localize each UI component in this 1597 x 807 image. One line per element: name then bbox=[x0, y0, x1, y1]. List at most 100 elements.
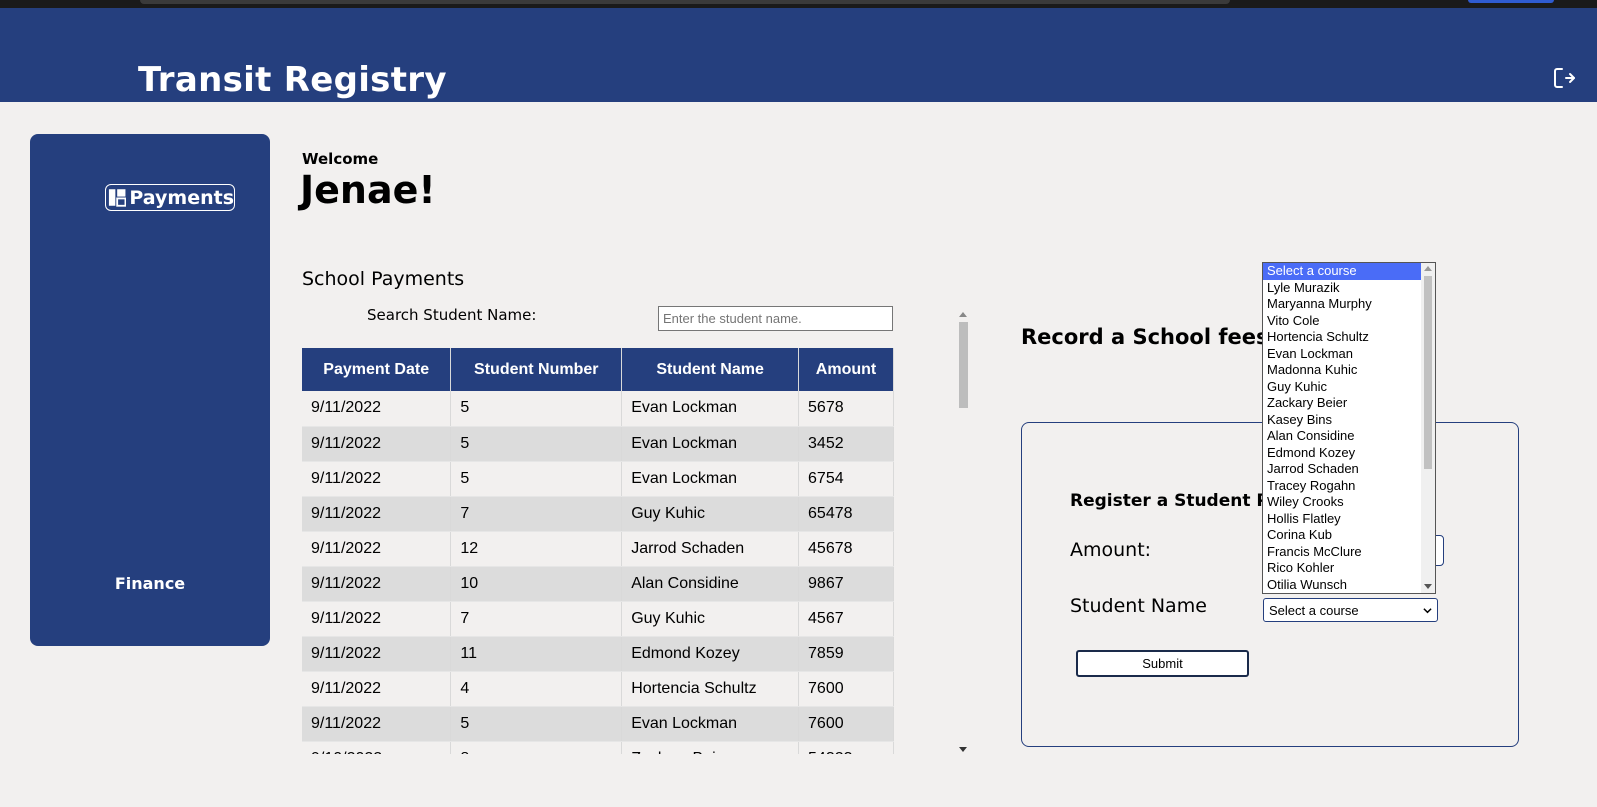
table-row[interactable]: 9/11/2022 5 Evan Lockman 6754 bbox=[302, 461, 894, 497]
table-cell: 7600 bbox=[798, 671, 894, 707]
table-cell: 7 bbox=[450, 496, 623, 532]
table-row[interactable]: 9/11/2022 5 Evan Lockman 5678 bbox=[302, 391, 894, 427]
dropdown-option[interactable]: Wiley Crooks bbox=[1263, 494, 1421, 511]
dropdown-option[interactable]: Zackary Beier bbox=[1263, 395, 1421, 412]
dropdown-option[interactable]: Select a course bbox=[1263, 263, 1421, 280]
dropdown-option[interactable]: Maryanna Murphy bbox=[1263, 296, 1421, 313]
dropdown-option[interactable]: Madonna Kuhic bbox=[1263, 362, 1421, 379]
dropdown-option[interactable]: Francis McClure bbox=[1263, 544, 1421, 561]
table-cell: 65478 bbox=[798, 496, 894, 532]
table-cell: 9/11/2022 bbox=[302, 636, 452, 672]
table-cell: Alan Considine bbox=[621, 566, 800, 602]
column-header[interactable]: Payment Date bbox=[302, 348, 452, 391]
student-dropdown-list[interactable]: Select a course Lyle Murazik Maryanna Murp… bbox=[1262, 262, 1436, 594]
table-cell: 7859 bbox=[798, 636, 894, 672]
scroll-up-arrow-icon[interactable] bbox=[1424, 266, 1432, 271]
column-header[interactable]: Amount bbox=[798, 348, 894, 391]
table-cell: 9/11/2022 bbox=[302, 426, 452, 462]
table-row[interactable]: 9/11/2022 7 Guy Kuhic 65478 bbox=[302, 496, 894, 532]
submit-button[interactable]: Submit bbox=[1076, 650, 1249, 677]
dropdown-option[interactable]: Hortencia Schultz bbox=[1263, 329, 1421, 346]
table-cell: 9867 bbox=[798, 566, 894, 602]
sidebar-item-finance[interactable]: Finance bbox=[30, 574, 270, 593]
search-label: Search Student Name: bbox=[367, 306, 537, 324]
dropdown-option[interactable]: Edmond Kozey bbox=[1263, 445, 1421, 462]
sidebar-item-payments[interactable]: Payments bbox=[105, 184, 235, 211]
table-row[interactable]: 9/11/2022 10 Alan Considine 9867 bbox=[302, 566, 894, 602]
table-cell: 3452 bbox=[798, 426, 894, 462]
table-cell: Guy Kuhic bbox=[621, 601, 800, 637]
app-header: Transit Registry bbox=[0, 8, 1597, 102]
dropdown-option[interactable]: Corina Kub bbox=[1263, 527, 1421, 544]
table-cell: 12 bbox=[450, 531, 623, 567]
table-cell: Evan Lockman bbox=[621, 391, 800, 427]
table-row[interactable]: 9/10/20228Zackary Beier54323 bbox=[302, 741, 894, 754]
dropdown-option[interactable]: Alan Considine bbox=[1263, 428, 1421, 445]
payments-table: Payment Date Student Number Student Name… bbox=[302, 348, 894, 754]
app-title: Transit Registry bbox=[138, 60, 447, 100]
dropdown-option[interactable]: Rico Kohler bbox=[1263, 560, 1421, 577]
table-cell: Guy Kuhic bbox=[621, 496, 800, 532]
column-header[interactable]: Student Number bbox=[450, 348, 623, 391]
table-cell: 9/11/2022 bbox=[302, 566, 452, 602]
record-title: Record a School fees bbox=[1021, 325, 1269, 349]
table-cell: 5 bbox=[450, 461, 623, 497]
select-value: Select a course bbox=[1269, 602, 1359, 618]
table-cell: 9/11/2022 bbox=[302, 671, 452, 707]
dropdown-option[interactable]: Evan Lockman bbox=[1263, 346, 1421, 363]
table-cell: 5 bbox=[450, 706, 623, 742]
table-cell: 9/11/2022 bbox=[302, 706, 452, 742]
scroll-down-arrow-icon[interactable] bbox=[959, 747, 967, 752]
table-cell: 9/11/2022 bbox=[302, 391, 452, 427]
student-name-label: Student Name bbox=[1070, 595, 1207, 617]
logout-icon[interactable] bbox=[1552, 66, 1576, 90]
table-cell: Evan Lockman bbox=[621, 706, 800, 742]
table-row[interactable]: 9/11/2022 12 Jarrod Schaden 45678 bbox=[302, 531, 894, 567]
table-row[interactable]: 9/11/2022 4 Hortencia Schultz 7600 bbox=[302, 671, 894, 707]
table-cell: Jarrod Schaden bbox=[621, 531, 800, 567]
table-body: 9/11/2022 5 Evan Lockman 5678 9/11/2022 5 Evan… bbox=[302, 391, 894, 754]
table-cell: 6754 bbox=[798, 461, 894, 497]
scroll-up-arrow-icon[interactable] bbox=[959, 312, 967, 317]
welcome-label: Welcome bbox=[302, 150, 379, 168]
table-cell: 11 bbox=[450, 636, 623, 672]
payments-table-container: Payment Date Student Number Student Name… bbox=[302, 348, 894, 754]
table-row[interactable]: 9/11/2022 11 Edmond Kozey 7859 bbox=[302, 636, 894, 672]
dropdown-option[interactable]: Kasey Bins bbox=[1263, 412, 1421, 429]
table-cell: 4567 bbox=[798, 601, 894, 637]
dropdown-option[interactable]: Guy Kuhic bbox=[1263, 379, 1421, 396]
scroll-down-arrow-icon[interactable] bbox=[1424, 584, 1432, 589]
dropdown-option[interactable]: Tracey Rogahn bbox=[1263, 478, 1421, 495]
column-header[interactable]: Student Name bbox=[621, 348, 800, 391]
table-row[interactable]: 9/11/2022 5 Evan Lockman 7600 bbox=[302, 706, 894, 742]
sidebar: Payments Finance bbox=[30, 134, 270, 646]
dropdown-option[interactable]: Vito Cole bbox=[1263, 313, 1421, 330]
amount-label: Amount: bbox=[1070, 539, 1152, 561]
scrollbar-thumb[interactable] bbox=[1424, 276, 1432, 469]
search-input[interactable] bbox=[658, 306, 893, 331]
dropdown-option[interactable]: Hollis Flatley bbox=[1263, 511, 1421, 528]
scrollbar-thumb[interactable] bbox=[959, 322, 968, 408]
table-scrollbar[interactable] bbox=[957, 312, 969, 752]
address-bar-edge bbox=[140, 0, 1230, 4]
table-cell: 10 bbox=[450, 566, 623, 602]
dropdown-option[interactable]: Otilia Wunsch bbox=[1263, 577, 1421, 594]
table-cell: Zackary Beier bbox=[621, 741, 800, 754]
table-row[interactable]: 9/11/2022 7 Guy Kuhic 4567 bbox=[302, 601, 894, 637]
dropdown-option[interactable]: Jarrod Schaden bbox=[1263, 461, 1421, 478]
table-cell: Evan Lockman bbox=[621, 461, 800, 497]
table-cell: 9/11/2022 bbox=[302, 601, 452, 637]
table-cell: 8 bbox=[450, 741, 623, 754]
dropdown-scrollbar[interactable] bbox=[1421, 263, 1435, 593]
table-cell: 9/11/2022 bbox=[302, 531, 452, 567]
sidebar-item-label: Payments bbox=[129, 186, 234, 209]
table-cell: Edmond Kozey bbox=[621, 636, 800, 672]
table-cell: 54323 bbox=[798, 741, 894, 754]
dropdown-option[interactable]: Lyle Murazik bbox=[1263, 280, 1421, 297]
table-cell: 9/10/2022 bbox=[302, 741, 452, 754]
table-cell: 7600 bbox=[798, 706, 894, 742]
browser-top-strip bbox=[0, 0, 1597, 8]
table-cell: 45678 bbox=[798, 531, 894, 567]
student-name-select[interactable]: Select a course bbox=[1263, 598, 1438, 622]
table-row[interactable]: 9/11/2022 5 Evan Lockman 3452 bbox=[302, 426, 894, 462]
